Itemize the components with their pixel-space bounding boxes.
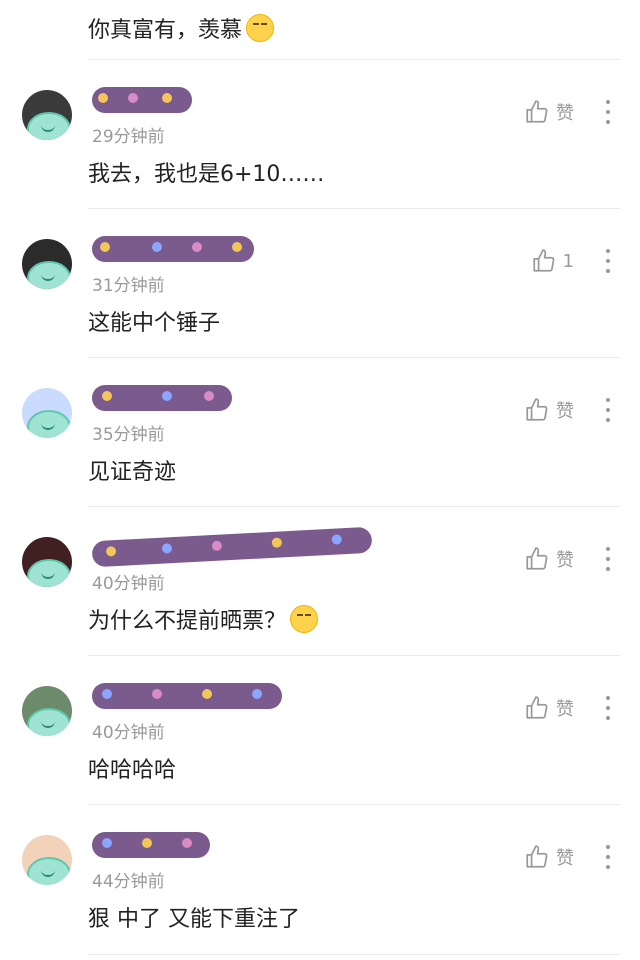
mask-overlay (27, 559, 71, 587)
redacted-username (92, 87, 192, 113)
like-button[interactable]: 1 (531, 247, 574, 275)
comment-time: 40分钟前 (92, 723, 165, 743)
thumbs-up-icon (526, 696, 548, 719)
unamused-face-icon (290, 605, 319, 633)
comment-item: 44分钟前 赞 狠 中了 又能下重注了 (0, 805, 640, 954)
comment-item: 40分钟前 赞 哈哈哈哈 (0, 656, 640, 805)
comment-item: 35分钟前 赞 见证奇迹 (0, 358, 640, 507)
divider (88, 954, 620, 955)
like-button[interactable]: 赞 (524, 694, 574, 722)
redacted-username (91, 526, 373, 568)
comment-text: 哈哈哈哈 (88, 758, 177, 783)
crying-laughing-emoji-icon (246, 14, 275, 42)
avatar[interactable] (22, 835, 72, 885)
thumbs-up-icon (532, 249, 554, 272)
more-options-icon[interactable] (604, 547, 612, 571)
comment-time: 40分钟前 (92, 574, 165, 594)
more-options-icon[interactable] (604, 845, 612, 869)
like-label: 赞 (556, 401, 574, 422)
more-options-icon[interactable] (604, 398, 612, 422)
comment-time: 35分钟前 (92, 425, 165, 445)
like-count: 1 (562, 250, 574, 272)
comment-time: 29分钟前 (92, 127, 165, 147)
avatar[interactable] (22, 90, 72, 140)
comment-text: 这能中个锤子 (88, 311, 221, 336)
more-options-icon[interactable] (604, 249, 612, 273)
more-options-icon[interactable] (604, 696, 612, 720)
redacted-username (92, 832, 210, 858)
comment-text: 为什么不提前晒票？ (88, 603, 319, 635)
avatar[interactable] (22, 239, 72, 289)
like-button[interactable]: 赞 (524, 545, 574, 573)
top-comment: 你真富有，羡慕 (0, 0, 640, 60)
comment-text: 我去，我也是6+10…… (88, 162, 325, 187)
like-button[interactable]: 赞 (524, 98, 574, 126)
redacted-username (92, 236, 254, 262)
like-label: 赞 (556, 699, 574, 720)
mask-overlay (27, 857, 71, 885)
comment-item: 31分钟前 1 这能中个锤子 (0, 209, 640, 358)
comment-item: 40分钟前 赞 为什么不提前晒票？ (0, 507, 640, 656)
like-button[interactable]: 赞 (524, 843, 574, 871)
comment-time: 44分钟前 (92, 872, 165, 892)
more-options-icon[interactable] (604, 100, 612, 124)
mask-overlay (27, 708, 71, 736)
thumbs-up-icon (526, 398, 548, 421)
avatar[interactable] (22, 388, 72, 438)
thumbs-up-icon (526, 845, 548, 868)
avatar[interactable] (22, 537, 72, 587)
thumbs-up-icon (526, 100, 548, 123)
comment-text: 狠 中了 又能下重注了 (88, 907, 300, 932)
like-label: 赞 (556, 550, 574, 571)
thumbs-up-icon (526, 547, 548, 570)
mask-overlay (27, 261, 71, 289)
comment-item: 29分钟前 赞 我去，我也是6+10…… (0, 60, 640, 209)
like-label: 赞 (556, 103, 574, 124)
redacted-username (92, 683, 282, 709)
comment-time: 31分钟前 (92, 276, 165, 296)
redacted-username (92, 385, 232, 411)
comment-text: 你真富有，羡慕 (88, 12, 275, 44)
mask-overlay (27, 410, 71, 438)
like-button[interactable]: 赞 (524, 396, 574, 424)
avatar[interactable] (22, 686, 72, 736)
like-label: 赞 (556, 848, 574, 869)
comment-text: 见证奇迹 (88, 460, 177, 485)
mask-overlay (27, 112, 71, 140)
